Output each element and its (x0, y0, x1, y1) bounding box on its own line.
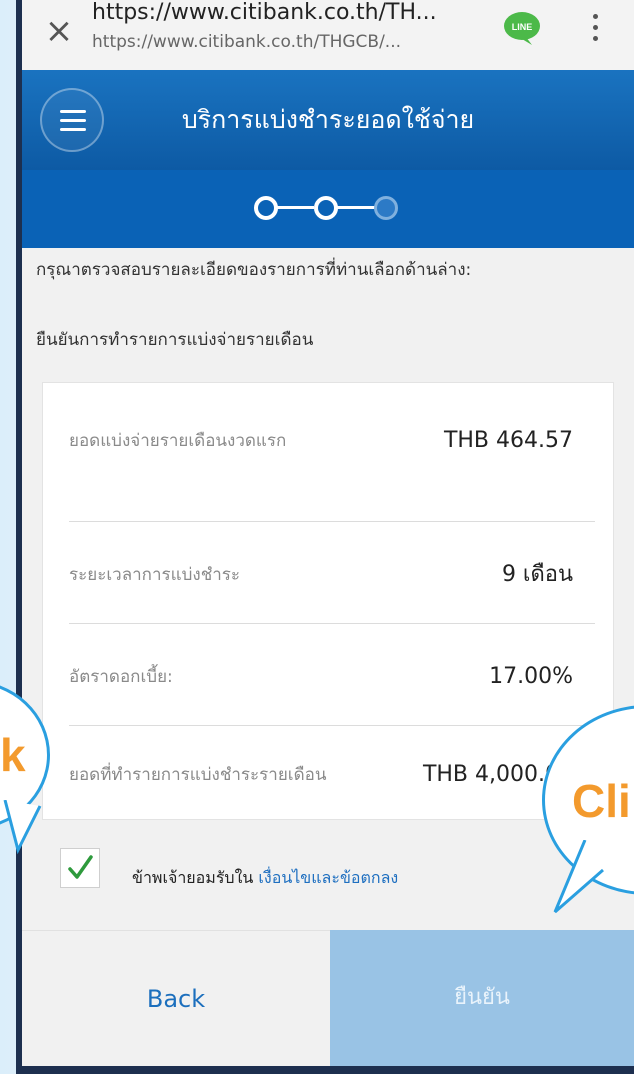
callout-right-tail (553, 840, 604, 914)
line-share-icon[interactable]: LINE (502, 10, 542, 46)
step-1-dot (254, 196, 278, 220)
detail-value: 17.00% (489, 664, 573, 689)
page-title: บริการแบ่งชำระยอดใช้จ่าย (181, 105, 475, 134)
confirm-heading: ยืนยันการทำรายการแบ่งจ่ายรายเดือน (36, 330, 314, 350)
detail-value: 9 เดือน (501, 562, 573, 587)
step-indicator (254, 190, 404, 226)
detail-label: ยอดที่ทำรายการแบ่งชำระรายเดือน (69, 765, 327, 785)
callout-left-text: k (0, 729, 26, 781)
divider (69, 623, 595, 624)
step-connector (274, 206, 314, 209)
callout-left-tail (3, 800, 42, 855)
phone-frame-bottom (16, 1066, 634, 1074)
back-button[interactable]: Back (22, 930, 330, 1074)
step-3-dot (374, 196, 398, 220)
checkmark-icon (68, 855, 93, 879)
detail-label: ยอดแบ่งจ่ายรายเดือนงวดแรก (69, 431, 287, 451)
callout-right-text: Cli (572, 775, 631, 827)
close-icon[interactable]: × (42, 14, 76, 48)
details-card: ยอดแบ่งจ่ายรายเดือนงวดแรก THB 464.57 ระย… (42, 382, 614, 820)
browser-url-bar: × https://www.citibank.co.th/TH... https… (22, 0, 634, 71)
divider (69, 521, 595, 522)
url-subtitle[interactable]: https://www.citibank.co.th/THGCB/... (92, 32, 401, 52)
divider (69, 725, 595, 726)
more-options-icon[interactable] (587, 8, 603, 52)
terms-checkbox[interactable] (60, 848, 100, 888)
line-icon-text: LINE (512, 22, 533, 32)
detail-value: THB 464.57 (443, 428, 573, 453)
step-2-dot (314, 196, 338, 220)
step-connector (336, 206, 376, 209)
url-title[interactable]: https://www.citibank.co.th/TH... (92, 0, 437, 25)
phone-screen: × https://www.citibank.co.th/TH... https… (22, 0, 634, 1074)
detail-label: ระยะเวลาการแบ่งชำระ (69, 565, 241, 585)
step-indicator-bar (22, 170, 634, 248)
detail-label: อัตราดอกเบี้ย: (69, 667, 173, 687)
app-header: บริการแบ่งชำระยอดใช้จ่าย (22, 70, 634, 170)
terms-link[interactable]: เงื่อนไขและข้อตกลง (258, 868, 398, 887)
terms-prefix: ข้าพเจ้ายอมรับใน (132, 868, 254, 887)
instruction-text: กรุณาตรวจสอบรายละเอียดของรายการที่ท่านเล… (36, 260, 472, 280)
confirm-button[interactable]: ยืนยัน (330, 930, 634, 1074)
terms-agreement: ข้าพเจ้ายอมรับใน เงื่อนไขและข้อตกลง (132, 866, 398, 891)
